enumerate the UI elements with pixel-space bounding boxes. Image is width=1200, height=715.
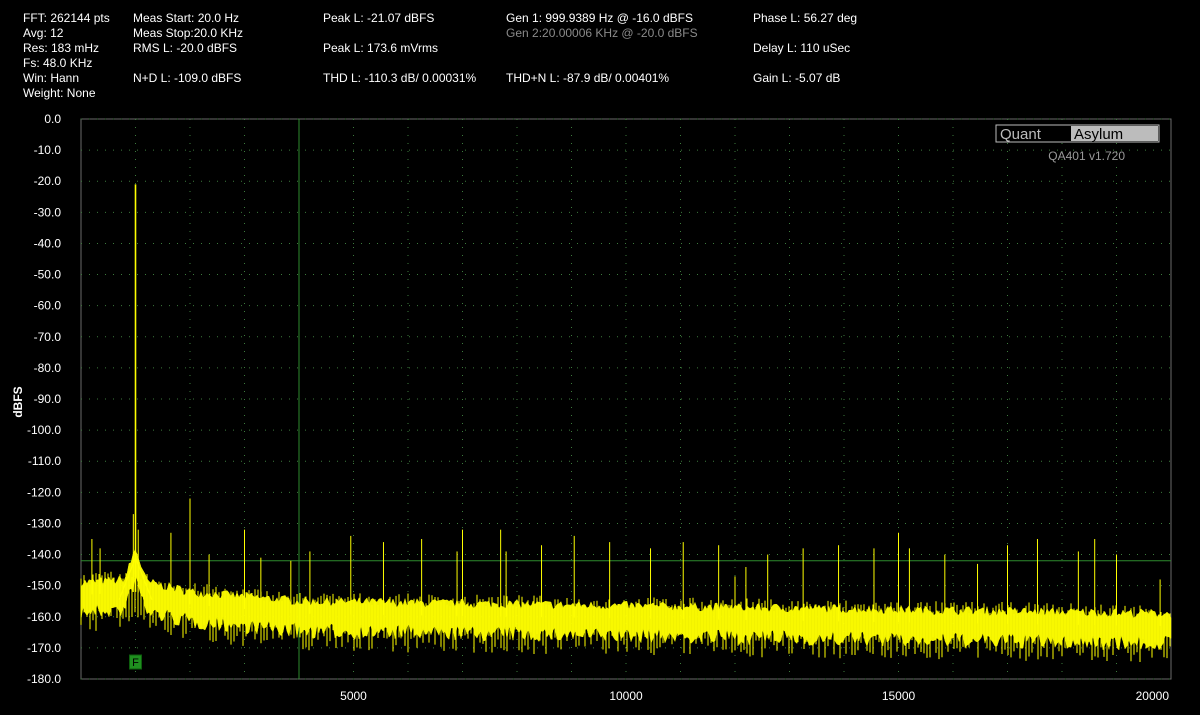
y-tick-label: -20.0 [34,174,62,188]
marker-label: F [132,657,139,669]
x-tick-label: 15000 [882,689,916,703]
y-tick-label: -80.0 [34,361,62,375]
y-tick-label: -140.0 [27,548,61,562]
y-axis-label: dBFS [11,386,25,417]
y-tick-label: -160.0 [27,610,61,624]
y-tick-label: -90.0 [34,392,62,406]
y-tick-label: -40.0 [34,236,62,250]
y-axis-ticks: 0.0 -10.0 -20.0 -30.0 -40.0 -50.0 -60.0 -70.0 -8… [27,112,61,686]
logo-text-asylum: Asylum [1074,126,1123,143]
y-tick-label: -110.0 [28,454,61,468]
y-tick-label: -30.0 [34,205,62,219]
spectrum-chart[interactable]: 0.0 -10.0 -20.0 -30.0 -40.0 -50.0 -60.0 -70.0 -8… [0,0,1200,715]
y-tick-label: -170.0 [27,641,61,655]
y-tick-label: -180.0 [27,672,61,686]
y-tick-label: -120.0 [27,485,61,499]
x-tick-label: 20000 [1136,689,1170,703]
y-tick-label: -50.0 [34,268,62,282]
x-axis-ticks: 5000 10000 15000 20000 [340,689,1169,703]
y-tick-label: -60.0 [34,299,62,313]
y-tick-label: -70.0 [34,330,62,344]
version-label: QA401 v1.720 [1048,149,1125,163]
y-tick-label: -10.0 [34,143,62,157]
y-tick-label: -100.0 [27,423,61,437]
x-tick-label: 10000 [609,689,643,703]
y-tick-label: -130.0 [27,516,61,530]
y-tick-label: 0.0 [44,112,61,126]
logo-text-quant: Quant [1000,126,1042,143]
y-tick-label: -150.0 [27,579,61,593]
x-tick-label: 5000 [340,689,367,703]
frequency-marker[interactable]: F [129,654,142,670]
quantasylum-logo: Quant Asylum [995,124,1160,143]
